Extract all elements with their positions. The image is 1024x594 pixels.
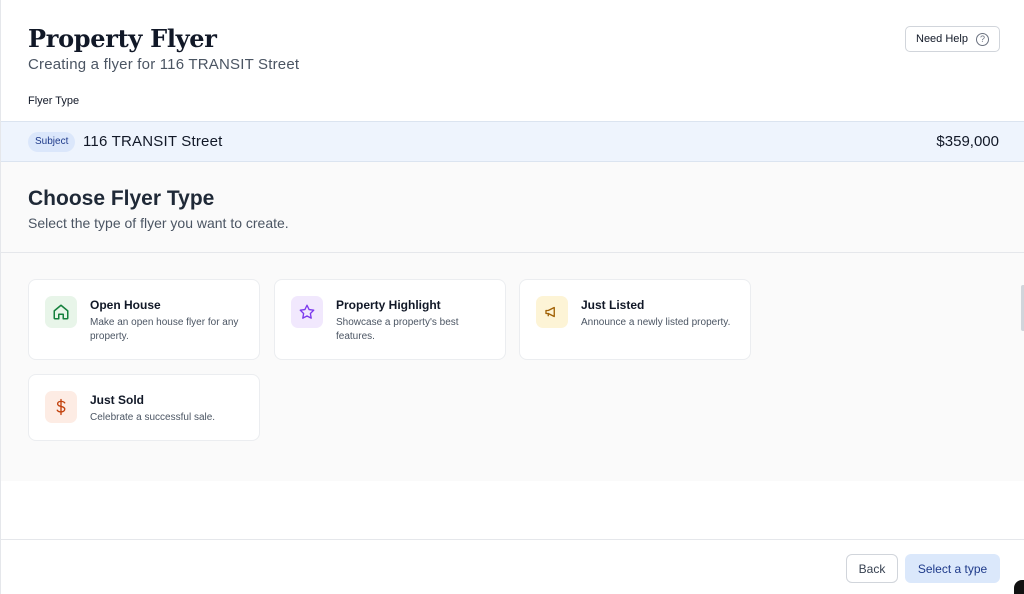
choose-subtitle: Select the type of flyer you want to cre… [28, 215, 289, 231]
page-title: Property Flyer [28, 24, 217, 53]
page: Property Flyer Creating a flyer for 116 … [0, 0, 1024, 594]
select-type-button[interactable]: Select a type [905, 554, 1000, 583]
page-header: Property Flyer [28, 24, 998, 53]
card-title: Just Sold [90, 393, 145, 407]
footer-actions: Back Select a type [1, 539, 1024, 594]
subject-price: $359,000 [936, 133, 999, 150]
card-title: Just Listed [581, 298, 645, 312]
need-help-label: Need Help [916, 33, 968, 45]
window-corner [1014, 580, 1024, 594]
flyer-type-cards: Open House Make an open house flyer for … [1, 253, 1024, 481]
card-description: Announce a newly listed property. [581, 317, 731, 328]
card-description: Make an open house flyer for any propert… [90, 317, 239, 342]
subject-address: 116 TRANSIT Street [83, 133, 223, 150]
dollar-icon [45, 391, 77, 423]
page-subtitle: Creating a flyer for 116 TRANSIT Street [28, 56, 300, 73]
question-circle-icon: ? [975, 32, 989, 46]
subject-badge: Subject [28, 132, 76, 152]
flyer-type-card-just-sold[interactable]: Just Sold Celebrate a successful sale. [28, 374, 260, 441]
back-button[interactable]: Back [846, 554, 898, 583]
star-icon [291, 296, 323, 328]
flyer-type-card-just-listed[interactable]: Just Listed Announce a newly listed prop… [519, 279, 751, 360]
card-title: Open House [90, 298, 161, 312]
card-description: Showcase a property's best features. [336, 317, 459, 342]
subject-bar: Subject 116 TRANSIT Street $359,000 [1, 121, 1024, 162]
card-title: Property Highlight [336, 298, 441, 312]
need-help-button[interactable]: Need Help ? [905, 26, 1000, 52]
choose-title: Choose Flyer Type [28, 187, 215, 210]
card-description: Celebrate a successful sale. [90, 412, 216, 423]
megaphone-icon [536, 296, 568, 328]
flyer-type-card-open-house[interactable]: Open House Make an open house flyer for … [28, 279, 260, 360]
flyer-type-label: Flyer Type [28, 95, 80, 107]
choose-flyer-type-section: Choose Flyer Type Select the type of fly… [1, 162, 1024, 253]
flyer-type-card-property-highlight[interactable]: Property Highlight Showcase a property's… [274, 279, 506, 360]
house-icon [45, 296, 77, 328]
